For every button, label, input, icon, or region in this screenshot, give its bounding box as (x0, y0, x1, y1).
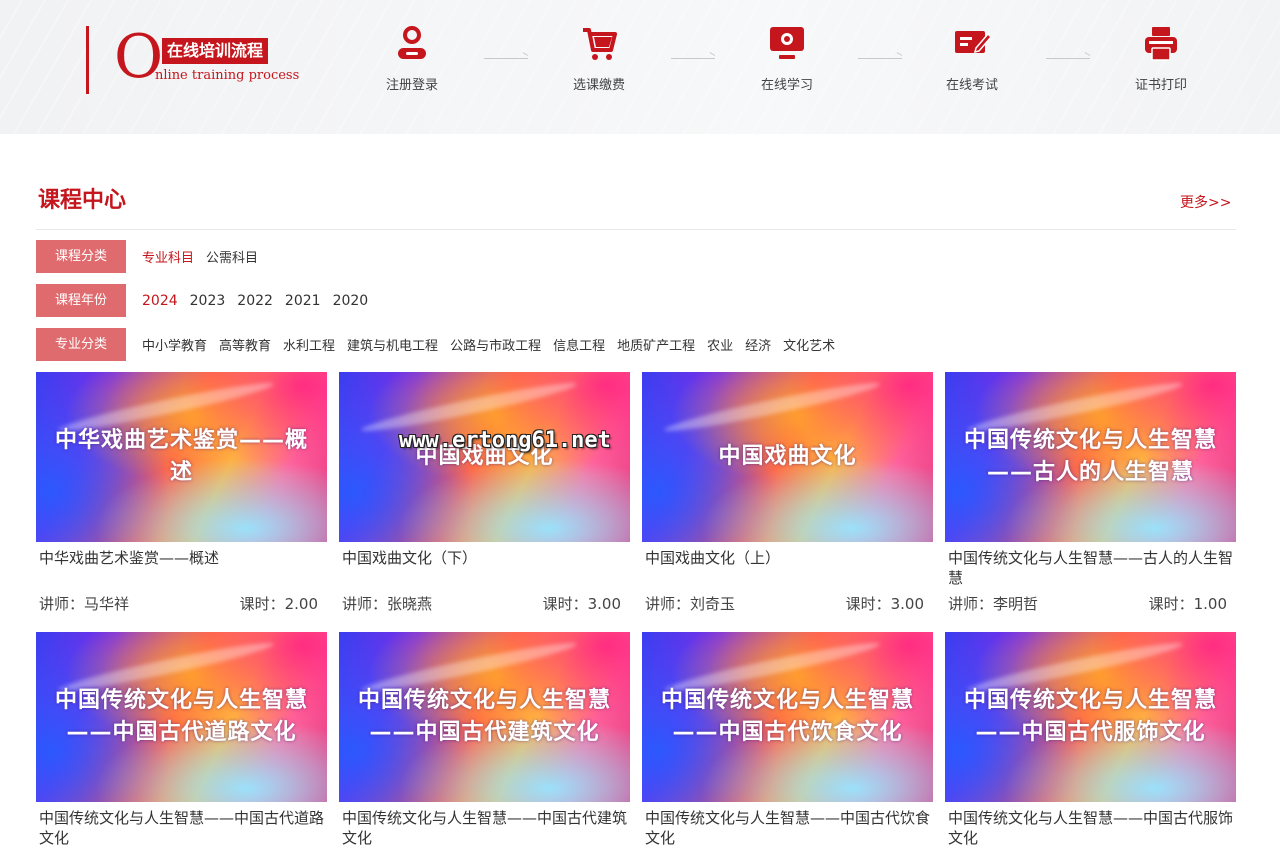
course-card[interactable]: 中国戏曲文化 中国戏曲文化（上） 讲师：刘奇玉 课时：3.00 (642, 372, 933, 614)
course-card[interactable]: 中华戏曲艺术鉴赏——概述 中华戏曲艺术鉴赏——概述 讲师：马华祥 课时：2.00 (36, 372, 327, 614)
course-thumbnail[interactable]: 中国戏曲文化 (339, 372, 630, 542)
filter-option-major[interactable]: 信息工程 (553, 335, 605, 354)
step-arrow (671, 56, 715, 60)
filter-option-year[interactable]: 2021 (285, 293, 321, 309)
course-teacher: 讲师：刘奇玉 (645, 595, 736, 613)
step-register-login[interactable]: 注册登录 (362, 24, 462, 93)
filter-option-year[interactable]: 2023 (190, 293, 226, 309)
course-card[interactable]: 中国传统文化与人生智慧 ——中国古代建筑文化 中国传统文化与人生智慧——中国古代… (339, 632, 630, 848)
course-thumbnail[interactable]: 中华戏曲艺术鉴赏——概述 (36, 372, 327, 542)
step-arrow (484, 56, 528, 60)
step-online-learning[interactable]: 在线学习 (737, 24, 837, 93)
step-label: 证书打印 (1134, 78, 1187, 93)
site-watermark: www.ertong61.net (399, 428, 611, 453)
course-thumbnail[interactable]: 中国传统文化与人生智慧 ——古人的人生智慧 (945, 372, 1236, 542)
filter-options: 中小学教育 高等教育 水利工程 建筑与机电工程 公路与市政工程 信息工程 地质矿… (142, 335, 847, 354)
step-select-course-pay[interactable]: 选课缴费 (549, 24, 649, 93)
course-teacher: 讲师：张晓燕 (342, 595, 433, 613)
course-meta: 讲师：张晓燕 课时：3.00 (342, 593, 621, 614)
filter-label: 专业分类 (36, 328, 126, 361)
monitor-icon (770, 27, 804, 59)
step-arrow (1046, 56, 1090, 60)
filter-option-major[interactable]: 水利工程 (283, 335, 335, 354)
course-card[interactable]: 中国传统文化与人生智慧 ——中国古代道路文化 中国传统文化与人生智慧——中国古代… (36, 632, 327, 848)
course-meta: 讲师：马华祥 课时：2.00 (39, 593, 318, 614)
course-thumbnail[interactable]: 中国传统文化与人生智慧 ——中国古代饮食文化 (642, 632, 933, 802)
course-name[interactable]: 中国戏曲文化（下） (342, 548, 627, 588)
thumbnail-title: 中国传统文化与人生智慧 ——中国古代建筑文化 (357, 688, 611, 745)
course-card[interactable]: 中国戏曲文化 中国戏曲文化（下） 讲师：张晓燕 课时：3.00 (339, 372, 630, 614)
logo-title-cn: 在线培训流程 (162, 38, 269, 64)
filter-options: 专业科目 公需科目 (142, 247, 270, 266)
filter-row-category: 课程分类 专业科目 公需科目 (36, 240, 1236, 273)
course-name[interactable]: 中国传统文化与人生智慧——中国古代建筑文化 (342, 808, 627, 848)
course-name[interactable]: 中国传统文化与人生智慧——古人的人生智慧 (948, 548, 1233, 588)
course-name[interactable]: 中国戏曲文化（上） (645, 548, 930, 588)
course-hours: 课时：3.00 (845, 595, 924, 613)
course-thumbnail[interactable]: 中国传统文化与人生智慧 ——中国古代服饰文化 (945, 632, 1236, 802)
thumbnail-title: 中国传统文化与人生智慧 ——中国古代道路文化 (54, 688, 308, 745)
filter-option-major[interactable]: 建筑与机电工程 (347, 335, 438, 354)
step-arrow (858, 56, 902, 60)
filter-option-major[interactable]: 地质矿产工程 (617, 335, 695, 354)
logo-title-en: nline training process (155, 68, 300, 83)
course-teacher: 讲师：李明哲 (948, 595, 1039, 613)
thumbnail-title: 中华戏曲艺术鉴赏——概述 (54, 428, 308, 485)
course-name[interactable]: 中国传统文化与人生智慧——中国古代服饰文化 (948, 808, 1233, 848)
exam-icon (955, 31, 990, 54)
step-certificate-print[interactable]: 证书打印 (1111, 24, 1211, 93)
course-card[interactable]: 中国传统文化与人生智慧 ——中国古代饮食文化 中国传统文化与人生智慧——中国古代… (642, 632, 933, 848)
filter-option-major[interactable]: 公路与市政工程 (450, 335, 541, 354)
filter-label: 课程分类 (36, 240, 126, 273)
filter-option-major[interactable]: 高等教育 (219, 335, 271, 354)
step-label: 在线考试 (945, 78, 998, 93)
training-process-banner: O 在线培训流程 nline training process 注册登录 选课缴… (0, 0, 1280, 134)
course-name[interactable]: 中国传统文化与人生智慧——中国古代道路文化 (39, 808, 324, 848)
filter-option-major[interactable]: 农业 (707, 335, 733, 354)
filter-option-public[interactable]: 公需科目 (206, 247, 258, 266)
course-teacher: 讲师：马华祥 (39, 595, 130, 613)
thumbnail-title: 中国传统文化与人生智慧 ——中国古代服饰文化 (963, 688, 1217, 745)
thumbnail-title: 中国戏曲文化 (718, 444, 857, 469)
course-card[interactable]: 中国传统文化与人生智慧 ——古人的人生智慧 中国传统文化与人生智慧——古人的人生… (945, 372, 1236, 614)
cart-icon (583, 28, 617, 60)
course-meta: 讲师：李明哲 课时：1.00 (948, 593, 1227, 614)
step-online-exam[interactable]: 在线考试 (922, 24, 1022, 93)
logo-divider-bar (86, 26, 89, 94)
section-divider (36, 229, 1236, 230)
course-thumbnail[interactable]: 中国传统文化与人生智慧 ——中国古代建筑文化 (339, 632, 630, 802)
filter-option-year[interactable]: 2024 (142, 293, 178, 309)
course-name[interactable]: 中华戏曲艺术鉴赏——概述 (39, 548, 324, 588)
filter-option-major[interactable]: 经济 (745, 335, 771, 354)
filter-options: 2024 2023 2022 2021 2020 (142, 293, 380, 309)
thumbnail-title: 中国传统文化与人生智慧 ——中国古代饮食文化 (660, 688, 914, 745)
course-name[interactable]: 中国传统文化与人生智慧——中国古代饮食文化 (645, 808, 930, 848)
user-icon (398, 26, 426, 59)
filter-option-year[interactable]: 2020 (333, 293, 369, 309)
course-thumbnail[interactable]: 中国传统文化与人生智慧 ——中国古代道路文化 (36, 632, 327, 802)
filter-option-major[interactable]: 文化艺术 (783, 335, 835, 354)
course-card[interactable]: 中国传统文化与人生智慧 ——中国古代服饰文化 中国传统文化与人生智慧——中国古代… (945, 632, 1236, 848)
section-title: 课程中心 (38, 188, 127, 213)
printer-icon (1145, 27, 1177, 61)
course-hours: 课时：2.00 (239, 595, 318, 613)
step-label: 选课缴费 (572, 78, 625, 93)
step-label: 注册登录 (385, 78, 438, 93)
filter-row-year: 课程年份 2024 2023 2022 2021 2020 (36, 284, 1236, 317)
step-label: 在线学习 (760, 78, 813, 93)
course-hours: 课时：3.00 (542, 595, 621, 613)
filter-label: 课程年份 (36, 284, 126, 317)
thumbnail-title: 中国传统文化与人生智慧 ——古人的人生智慧 (963, 428, 1217, 485)
course-thumbnail[interactable]: 中国戏曲文化 (642, 372, 933, 542)
filter-option-year[interactable]: 2022 (237, 293, 273, 309)
filter-option-professional[interactable]: 专业科目 (142, 247, 194, 266)
filter-row-major: 专业分类 中小学教育 高等教育 水利工程 建筑与机电工程 公路与市政工程 信息工… (36, 328, 1236, 361)
course-hours: 课时：1.00 (1148, 595, 1227, 613)
more-link[interactable]: 更多>> (1180, 192, 1231, 212)
course-meta: 讲师：刘奇玉 课时：3.00 (645, 593, 924, 614)
filter-option-major[interactable]: 中小学教育 (142, 335, 207, 354)
thumbnail-light-streak (662, 377, 882, 437)
